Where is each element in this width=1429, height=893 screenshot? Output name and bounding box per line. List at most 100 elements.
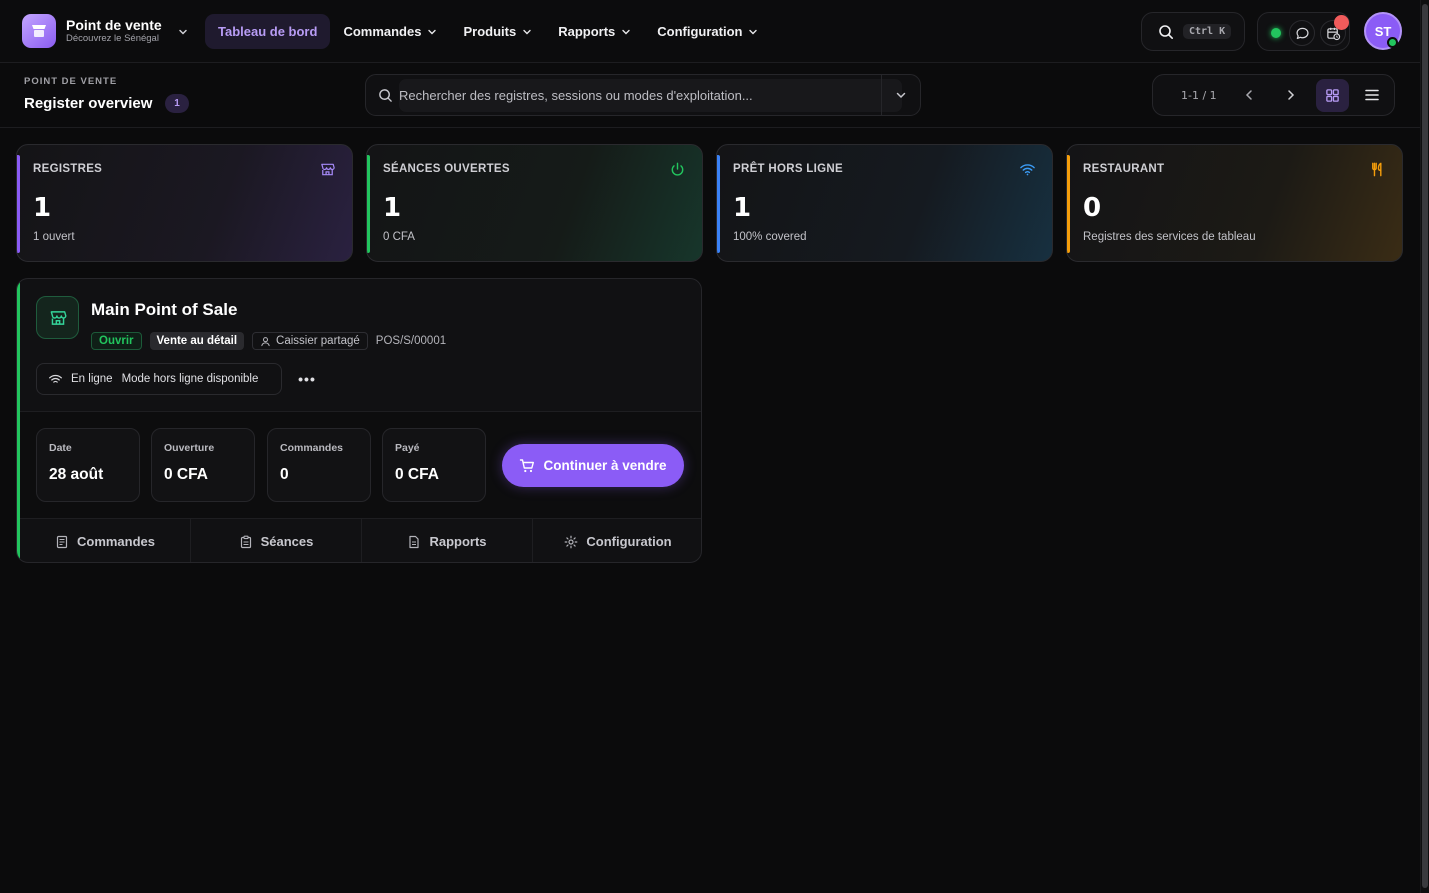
chevron-down-icon[interactable] bbox=[894, 88, 908, 102]
nav-label: Rapports bbox=[558, 24, 616, 39]
stat-value: 0 bbox=[1083, 193, 1102, 223]
online-label: En ligne bbox=[71, 373, 113, 385]
gear-icon bbox=[564, 535, 578, 548]
nav-item-orders[interactable]: Commandes bbox=[330, 14, 450, 49]
stat-card-registers: REGISTRES 1 1 ouvert bbox=[16, 144, 353, 262]
nav-label: Configuration bbox=[657, 24, 743, 39]
action-sessions[interactable]: Séances bbox=[191, 519, 362, 562]
chevron-right-icon[interactable] bbox=[1283, 87, 1299, 103]
metric-value: 0 CFA bbox=[164, 466, 208, 483]
stat-label: REGISTRES bbox=[33, 163, 103, 175]
stat-subtext: Registres des services de tableau bbox=[1083, 231, 1256, 243]
wifi-icon bbox=[49, 374, 62, 383]
stat-label: PRÊT HORS LIGNE bbox=[733, 163, 843, 175]
nav-label: Tableau de bord bbox=[218, 24, 318, 39]
page-header: POINT DE VENTE Register overview 1 1-1 /… bbox=[0, 64, 1420, 128]
register-actions: Commandes Séances Rapports Configuration bbox=[20, 519, 701, 562]
connectivity-pill: En ligne Mode hors ligne disponible bbox=[36, 363, 282, 395]
list-view-icon[interactable] bbox=[1363, 86, 1381, 104]
stat-card-offline-ready: PRÊT HORS LIGNE 1 100% covered bbox=[716, 144, 1053, 262]
search-icon bbox=[379, 89, 392, 102]
connection-status-dot bbox=[1271, 28, 1281, 38]
stat-value: 1 bbox=[383, 193, 402, 223]
register-metrics: Date 28 août Ouverture 0 CFA Commandes 0… bbox=[20, 411, 701, 519]
utensils-icon bbox=[1372, 162, 1382, 177]
search-icon bbox=[1159, 24, 1173, 39]
stat-value: 1 bbox=[733, 193, 752, 223]
metric-paid: Payé 0 CFA bbox=[382, 428, 486, 502]
brand-title: Point de vente bbox=[66, 17, 162, 33]
action-label: Rapports bbox=[429, 534, 487, 549]
action-label: Configuration bbox=[586, 534, 672, 549]
global-search-button[interactable]: Ctrl K bbox=[1141, 12, 1245, 51]
accent-bar bbox=[1067, 155, 1070, 253]
store-logo-icon bbox=[22, 14, 56, 48]
action-label: Commandes bbox=[76, 534, 156, 549]
brand-subtitle: Découvrez le Sénégal bbox=[66, 33, 159, 44]
chevron-down-icon bbox=[749, 29, 758, 34]
type-badge: Vente au détail bbox=[149, 332, 245, 350]
cashier-badge: Caissier partagé bbox=[252, 332, 368, 350]
pagination-range: 1-1 / 1 bbox=[1181, 89, 1217, 102]
metric-orders: Commandes 0 bbox=[267, 428, 371, 502]
stat-label: SÉANCES OUVERTES bbox=[383, 163, 510, 175]
cart-icon bbox=[520, 458, 535, 472]
orders-icon bbox=[56, 535, 68, 548]
top-navigation: Point de vente Découvrez le Sénégal Tabl… bbox=[0, 0, 1420, 63]
nav-item-configuration[interactable]: Configuration bbox=[644, 14, 771, 49]
metric-label: Payé bbox=[395, 442, 420, 454]
action-configuration[interactable]: Configuration bbox=[533, 519, 701, 562]
cashier-label: Caissier partagé bbox=[276, 335, 360, 347]
search-input[interactable] bbox=[399, 79, 902, 112]
metric-value: 0 CFA bbox=[395, 466, 439, 483]
clipboard-icon bbox=[240, 535, 251, 548]
nav-label: Commandes bbox=[343, 24, 422, 39]
notification-badge bbox=[1334, 15, 1349, 30]
count-badge: 1 bbox=[165, 94, 189, 113]
stat-subtext: 1 ouvert bbox=[33, 231, 75, 243]
nav-label: Produits bbox=[463, 24, 517, 39]
user-icon bbox=[261, 336, 270, 346]
nav-item-reports[interactable]: Rapports bbox=[545, 14, 644, 49]
store-icon bbox=[36, 296, 79, 339]
brand-switcher[interactable]: Point de vente Découvrez le Sénégal bbox=[22, 14, 187, 48]
grid-icon bbox=[1326, 89, 1339, 102]
report-icon bbox=[409, 535, 420, 548]
stat-subtext: 0 CFA bbox=[383, 231, 415, 243]
accent-bar bbox=[717, 155, 720, 253]
register-card: Main Point of Sale Ouvrir Vente au détai… bbox=[16, 278, 702, 563]
shortcut-hint: Ctrl K bbox=[1183, 24, 1232, 39]
breadcrumb: POINT DE VENTE bbox=[24, 76, 118, 87]
avatar-initials: ST bbox=[1374, 23, 1392, 39]
chevron-down-icon bbox=[428, 29, 437, 34]
metric-value: 0 bbox=[280, 466, 289, 483]
more-options-button[interactable]: ••• bbox=[297, 369, 317, 389]
stat-card-open-sessions: SÉANCES OUVERTES 1 0 CFA bbox=[366, 144, 703, 262]
offline-mode-label: Mode hors ligne disponible bbox=[121, 373, 259, 385]
action-label: Séances bbox=[260, 534, 314, 549]
scrollbar-thumb[interactable] bbox=[1422, 4, 1428, 888]
grid-view-button[interactable] bbox=[1316, 79, 1349, 112]
stat-value: 1 bbox=[33, 193, 52, 223]
register-code: POS/S/00001 bbox=[375, 335, 447, 347]
chevron-down-icon bbox=[622, 29, 630, 34]
metric-opening: Ouverture 0 CFA bbox=[151, 428, 255, 502]
status-badge: Ouvrir bbox=[91, 332, 142, 350]
action-orders[interactable]: Commandes bbox=[20, 519, 191, 562]
action-reports[interactable]: Rapports bbox=[362, 519, 533, 562]
stat-card-restaurant: RESTAURANT 0 Registres des services de t… bbox=[1066, 144, 1403, 262]
accent-bar bbox=[367, 155, 370, 253]
nav-item-products[interactable]: Produits bbox=[450, 14, 545, 49]
main-nav: Tableau de bord Commandes Produits Rappo… bbox=[205, 14, 771, 49]
page-title: Register overview bbox=[24, 95, 153, 112]
metric-label: Ouverture bbox=[164, 442, 215, 454]
chevron-left-icon[interactable] bbox=[1241, 87, 1257, 103]
store-icon bbox=[321, 163, 335, 176]
stat-subtext: 100% covered bbox=[733, 231, 807, 243]
continue-selling-button[interactable]: Continuer à vendre bbox=[502, 444, 684, 487]
chat-icon[interactable] bbox=[1289, 20, 1315, 46]
nav-item-dashboard[interactable]: Tableau de bord bbox=[205, 14, 331, 49]
register-name: Main Point of Sale bbox=[91, 300, 238, 319]
stat-label: RESTAURANT bbox=[1083, 163, 1165, 175]
chevron-down-icon bbox=[177, 26, 189, 38]
